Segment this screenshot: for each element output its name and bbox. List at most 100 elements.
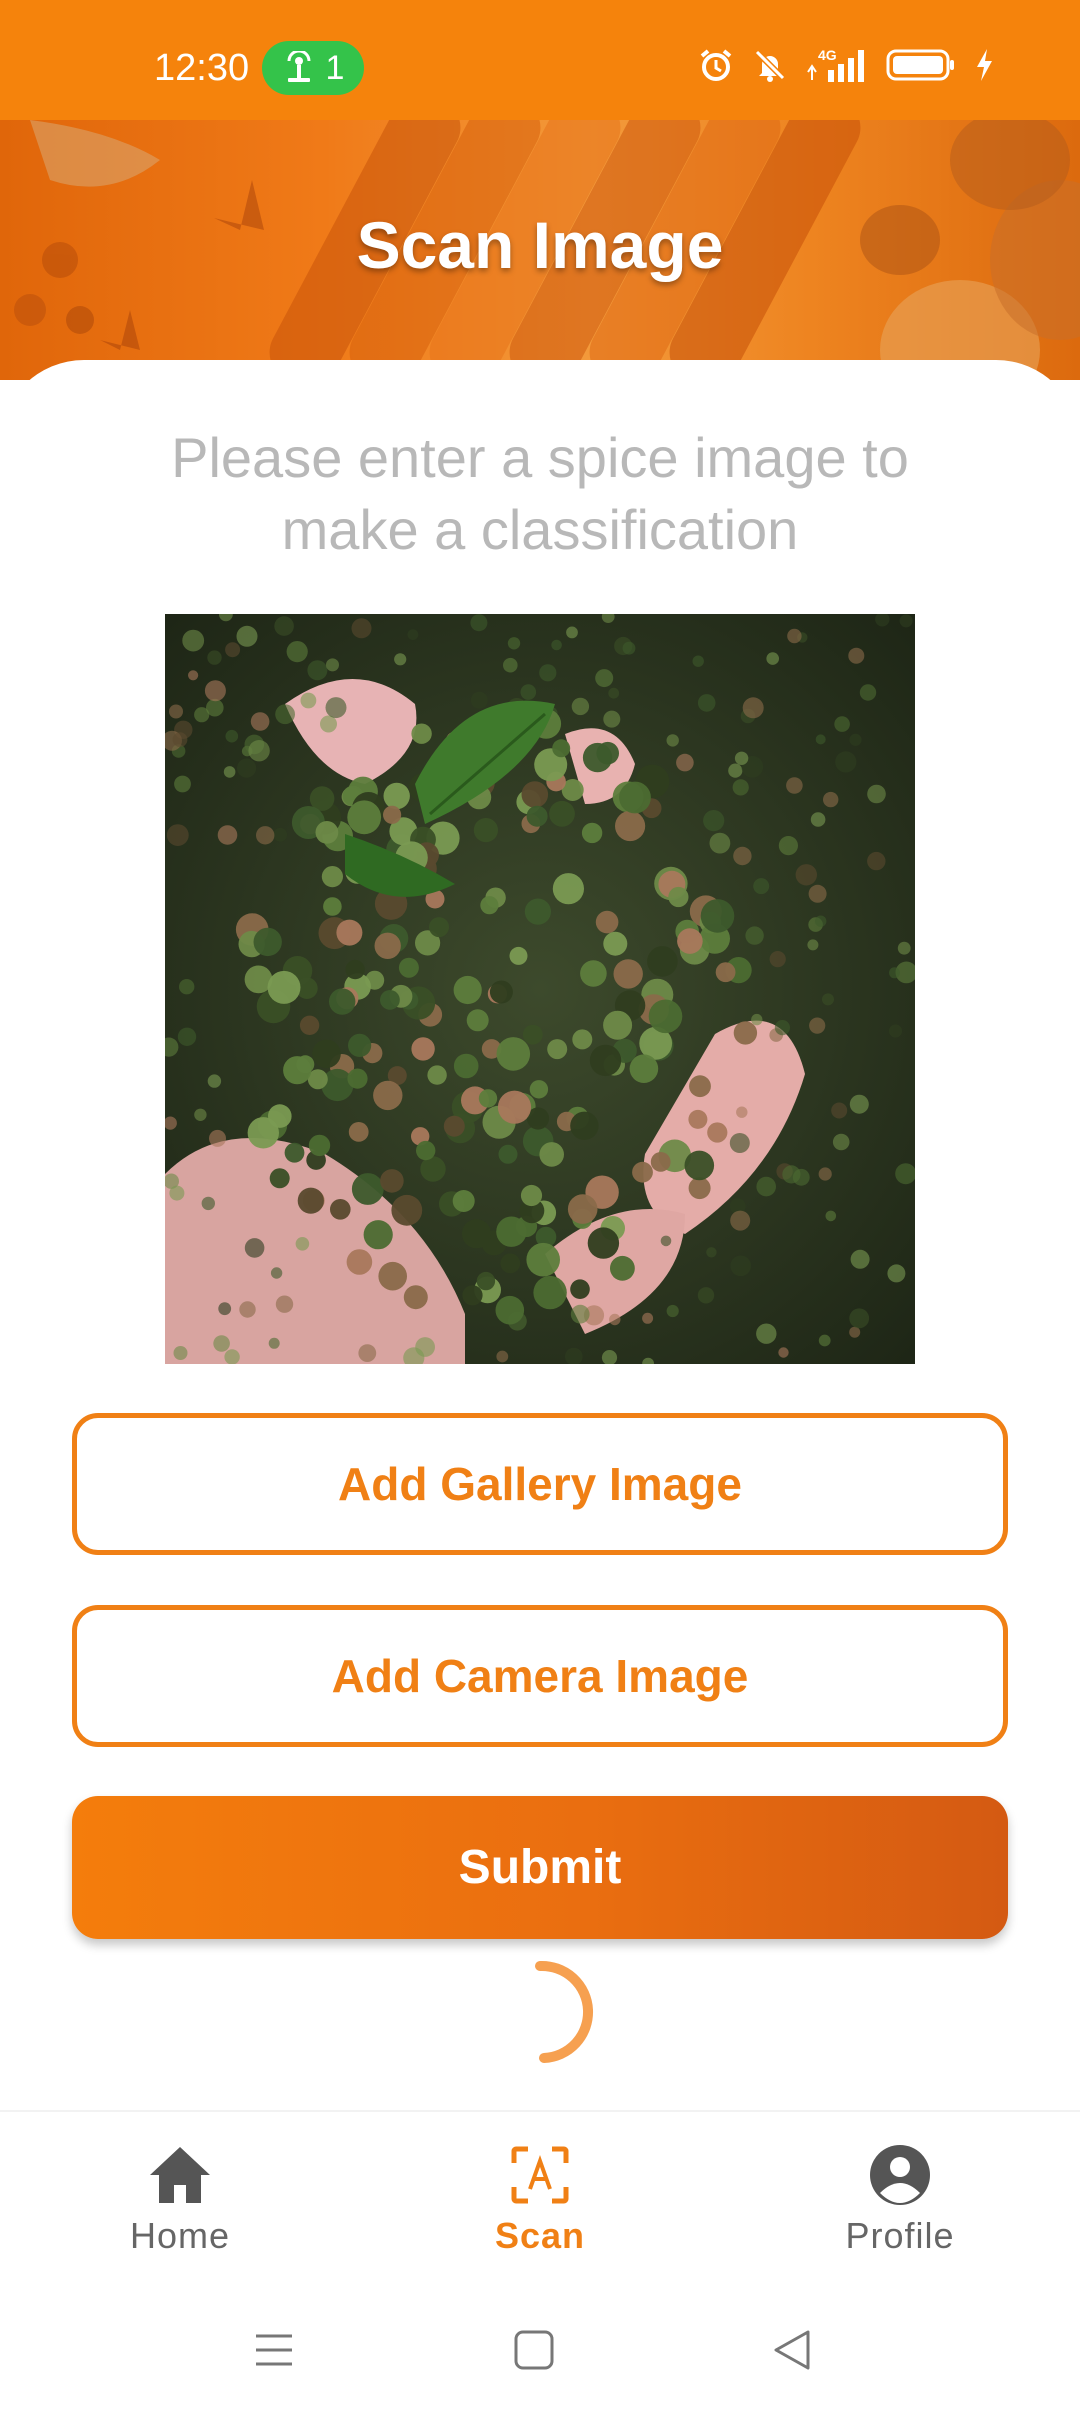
- peppercorn: [411, 723, 432, 744]
- peppercorn: [207, 1074, 222, 1088]
- peppercorn: [503, 657, 518, 673]
- status-icons: 4G: [698, 46, 994, 84]
- peppercorn: [650, 1152, 671, 1172]
- peppercorn: [250, 712, 270, 731]
- peppercorn: [766, 652, 779, 665]
- hotspot-indicator: 1: [262, 41, 364, 95]
- nav-item-scan[interactable]: Scan: [390, 2112, 690, 2290]
- peppercorn: [676, 753, 694, 772]
- peppercorn: [609, 1313, 621, 1326]
- peppercorn: [730, 1255, 751, 1277]
- peppercorn: [347, 1068, 368, 1089]
- hotspot-icon: [287, 51, 311, 82]
- peppercorn: [383, 805, 402, 824]
- peppercorn: [647, 946, 678, 977]
- nav-item-profile[interactable]: Profile: [750, 2112, 1050, 2290]
- peppercorn: [615, 810, 646, 842]
- peppercorn: [570, 1304, 590, 1324]
- peppercorn: [267, 970, 301, 1004]
- peppercorn: [218, 1302, 232, 1316]
- peppercorn: [867, 784, 886, 804]
- peppercorn: [589, 1044, 622, 1077]
- peppercorn: [570, 1111, 599, 1140]
- selected-image-preview: [165, 614, 915, 1364]
- nav-item-home[interactable]: Home: [30, 2112, 330, 2290]
- peppercorn: [308, 1134, 331, 1157]
- peppercorn: [169, 704, 183, 719]
- nav-label-home: Home: [129, 2215, 231, 2256]
- signal-4g-icon: 4G: [807, 47, 864, 82]
- peppercorn: [496, 1350, 509, 1363]
- peppercorn: [247, 1117, 279, 1149]
- peppercorn: [273, 827, 288, 842]
- peppercorn: [728, 763, 743, 778]
- peppercorn: [539, 664, 557, 682]
- peppercorn: [166, 824, 189, 846]
- peppercorn: [427, 1065, 447, 1085]
- peppercorn: [520, 684, 537, 700]
- peppercorn: [244, 1238, 265, 1258]
- peppercorn: [295, 1237, 310, 1251]
- peppercorn: [825, 1210, 837, 1222]
- peppercorn: [539, 1142, 564, 1167]
- peppercorn: [509, 946, 528, 965]
- peppercorn: [348, 1122, 369, 1142]
- peppercorn: [692, 655, 704, 667]
- peppercorn: [443, 1115, 465, 1137]
- peppercorn: [253, 927, 282, 957]
- peppercorn: [596, 741, 619, 765]
- peppercorn: [452, 1190, 475, 1212]
- home-square-icon[interactable]: [512, 2328, 556, 2372]
- peppercorn: [182, 629, 205, 652]
- menu-icon[interactable]: [252, 2328, 296, 2372]
- peppercorn: [688, 1177, 711, 1200]
- peppercorn: [729, 1133, 750, 1153]
- scan-text-icon: [511, 2146, 569, 2204]
- peppercorn: [753, 878, 770, 895]
- peppercorn: [323, 897, 342, 916]
- peppercorn: [336, 919, 363, 946]
- peppercorn: [835, 751, 857, 773]
- peppercorn: [394, 653, 407, 666]
- peppercorn: [489, 980, 513, 1004]
- add-gallery-image-button[interactable]: Add Gallery Image: [72, 1413, 1008, 1555]
- add-camera-image-button[interactable]: Add Camera Image: [72, 1605, 1008, 1747]
- peppercorn: [850, 1249, 870, 1269]
- peppercorn: [733, 1021, 758, 1045]
- submit-button[interactable]: Submit: [72, 1796, 1008, 1939]
- peppercorn: [169, 1185, 185, 1201]
- peppercorn: [470, 691, 488, 709]
- peppercorn: [495, 1295, 525, 1325]
- peppercorn: [403, 1285, 428, 1310]
- peppercorn: [684, 1150, 715, 1181]
- peppercorn: [286, 641, 308, 663]
- peppercorn: [619, 781, 651, 814]
- peppercorn: [256, 826, 275, 845]
- peppercorn: [566, 626, 578, 639]
- peppercorn: [330, 1199, 351, 1220]
- peppercorn: [552, 739, 571, 758]
- peppercorn: [887, 1264, 906, 1283]
- peppercorn: [778, 1347, 789, 1358]
- back-triangle-icon[interactable]: [770, 2328, 814, 2372]
- peppercorn: [380, 990, 400, 1010]
- peppercorn: [818, 1334, 831, 1347]
- peppercorn: [348, 1033, 372, 1057]
- peppercorn: [756, 1176, 776, 1197]
- peppercorn: [571, 697, 590, 716]
- bottom-navigation: Home Scan Profile: [0, 2110, 1080, 2288]
- peppercorn: [551, 639, 562, 651]
- peppercorn: [268, 1337, 280, 1349]
- peppercorn: [848, 647, 865, 664]
- peppercorn: [320, 715, 337, 733]
- peppercorn: [177, 1027, 197, 1046]
- system-navigation-bar: [0, 2288, 1080, 2412]
- peppercorn: [346, 1249, 373, 1275]
- peppercorn: [453, 1053, 479, 1079]
- peppercorn: [188, 670, 199, 681]
- network-label: 4G: [818, 47, 837, 63]
- peppercorn: [473, 818, 498, 843]
- peppercorn: [580, 960, 607, 987]
- peppercorn: [520, 1184, 543, 1207]
- peppercorn: [736, 1106, 748, 1118]
